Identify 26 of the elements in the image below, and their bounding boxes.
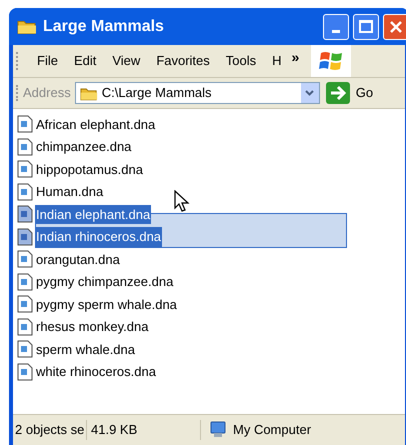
file-name[interactable]: sperm whale.dna xyxy=(35,340,136,359)
menu-item[interactable]: Edit xyxy=(66,51,104,71)
file-name[interactable]: rhesus monkey.dna xyxy=(35,317,150,336)
address-label: Address xyxy=(23,84,71,102)
menu-item[interactable]: H xyxy=(264,51,290,71)
menu-item[interactable]: Tools xyxy=(218,51,264,71)
file-name[interactable]: hippopotamus.dna xyxy=(35,160,144,179)
menu-item[interactable]: Favorites xyxy=(148,51,218,71)
go-button[interactable]: Go xyxy=(326,82,374,104)
file-name[interactable]: orangutan.dna xyxy=(35,250,121,269)
file-name[interactable]: white rhinoceros.dna xyxy=(35,362,157,382)
menu-item[interactable]: File xyxy=(29,51,66,71)
status-zone: My Computer xyxy=(233,421,312,440)
file-name[interactable]: Human.dna xyxy=(35,182,104,202)
file-name[interactable]: pygmy chimpanzee.dna xyxy=(35,272,174,292)
file-name[interactable]: African elephant.dna xyxy=(35,114,156,134)
status-selection: 2 objects se xyxy=(13,420,87,440)
file-name[interactable]: chimpanzee.dna xyxy=(35,137,132,156)
menu-item[interactable]: View xyxy=(104,51,148,71)
address-field[interactable]: C:\Large Mammals xyxy=(74,82,320,104)
menu-overflow-button[interactable]: » xyxy=(290,47,302,68)
status-size: 41.9 KB xyxy=(87,420,201,440)
file-name[interactable]: Indian elephant.dna xyxy=(35,204,152,224)
file-name[interactable]: pygmy sperm whale.dna xyxy=(35,294,178,314)
window-title: Large Mammals xyxy=(43,16,164,36)
file-name[interactable]: Indian rhinoceros.dna xyxy=(35,227,162,246)
